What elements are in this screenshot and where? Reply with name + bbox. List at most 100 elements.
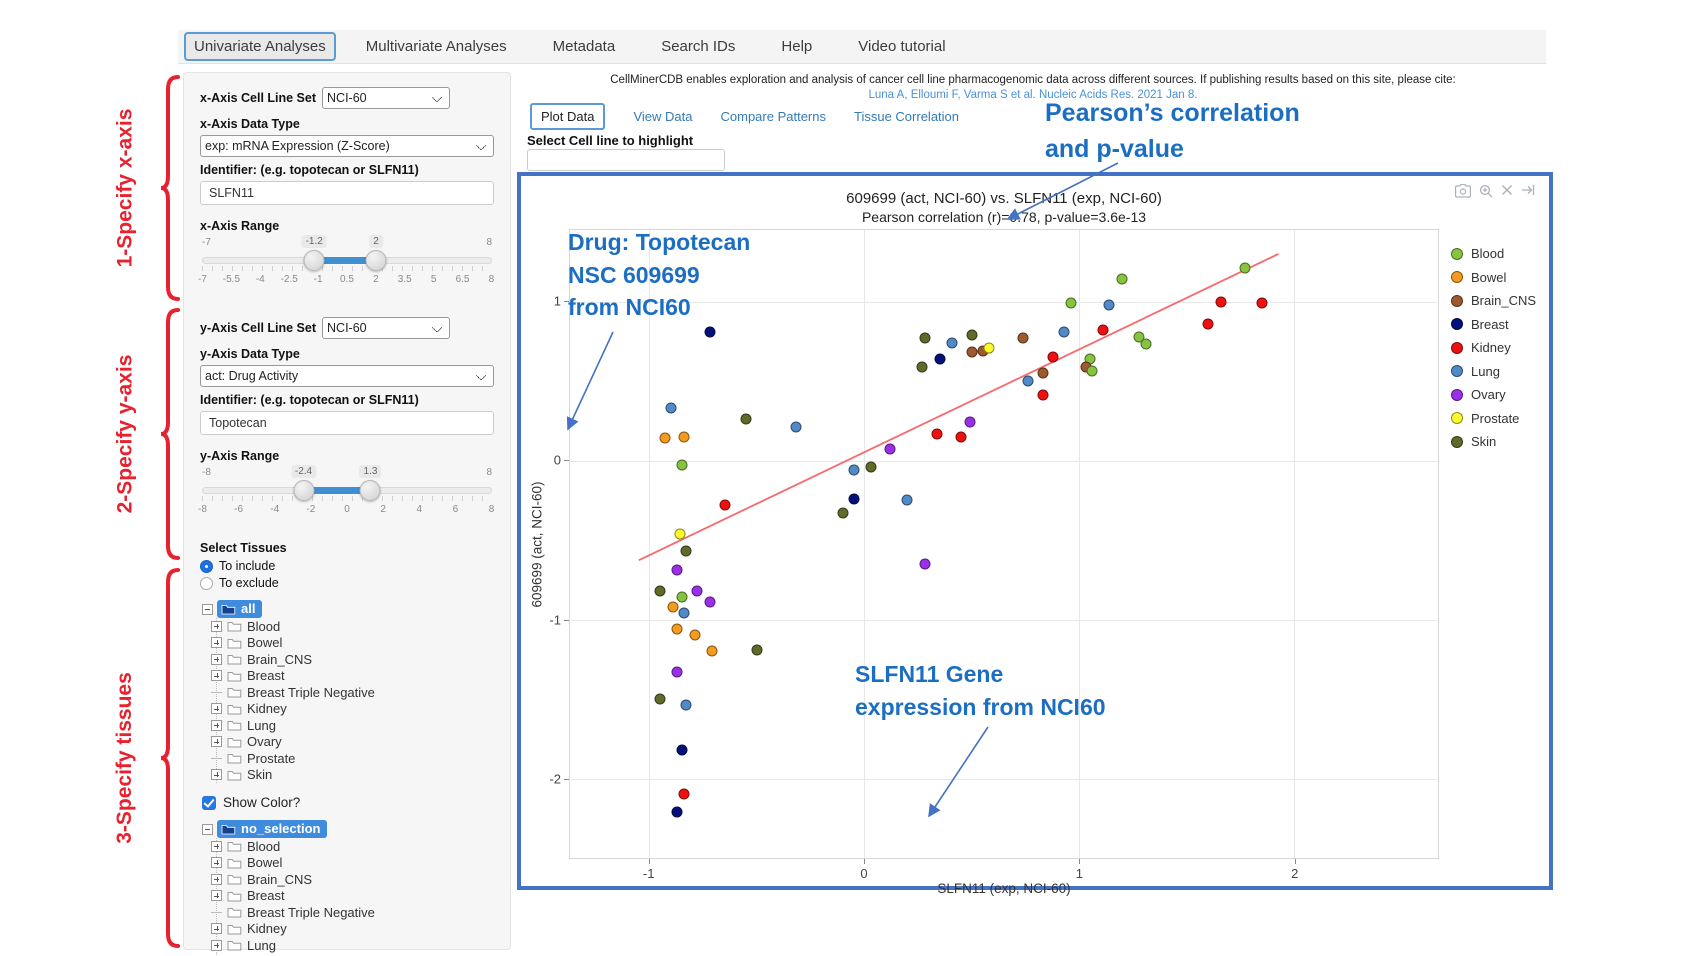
legend-item-lung[interactable]: Lung [1451, 364, 1536, 379]
data-point-ovary[interactable] [672, 666, 683, 677]
data-point-skin[interactable] [655, 694, 666, 705]
tree-expand-toggle[interactable] [211, 670, 222, 681]
tab-search-ids[interactable]: Search IDs [653, 34, 743, 59]
tree-expand-toggle[interactable] [211, 857, 222, 868]
y-data-type-select[interactable]: act: Drug Activity [200, 365, 494, 387]
data-point-lung[interactable] [902, 495, 913, 506]
data-point-bowel[interactable] [706, 646, 717, 657]
data-point-bowel[interactable] [689, 630, 700, 641]
data-point-kidney[interactable] [1216, 296, 1227, 307]
data-point-blood[interactable] [1117, 274, 1128, 285]
data-point-lung[interactable] [678, 608, 689, 619]
y-axis-range-slider[interactable]: -8 8 -2.4 1.3 -8-6-4-202468 [202, 467, 492, 525]
close-icon[interactable] [1501, 184, 1513, 196]
data-point-ovary[interactable] [885, 444, 896, 455]
data-point-blood[interactable] [1239, 263, 1250, 274]
tissue-include-item-breast-triple-negative[interactable]: Breast Triple Negative [217, 684, 494, 701]
radio-to-include-control[interactable] [200, 560, 213, 573]
tissue-include-item-bowel[interactable]: Bowel [217, 635, 494, 652]
x-slider-handle-from[interactable] [304, 250, 325, 271]
data-point-kidney[interactable] [719, 500, 730, 511]
data-point-kidney[interactable] [1097, 325, 1108, 336]
radio-to-exclude-control[interactable] [200, 577, 213, 590]
tab-multivariate-analyses[interactable]: Multivariate Analyses [358, 34, 515, 59]
tree-expand-toggle[interactable] [211, 769, 222, 780]
tab-compare-patterns[interactable]: Compare Patterns [721, 109, 827, 124]
data-point-kidney[interactable] [1256, 298, 1267, 309]
tissue-color-item-blood[interactable]: Blood [217, 838, 494, 855]
x-axis-range-slider[interactable]: -7 8 -1.2 2 -7-5.5-4-2.5-10.523.556.58 [202, 237, 492, 295]
y-cell-line-set-select[interactable]: NCI-60 [322, 317, 450, 339]
x-identifier-input[interactable] [200, 181, 494, 205]
data-point-ovary[interactable] [672, 565, 683, 576]
data-point-brain_cns[interactable] [966, 347, 977, 358]
y-identifier-input[interactable] [200, 411, 494, 435]
legend-item-skin[interactable]: Skin [1451, 434, 1536, 449]
radio-to-include[interactable]: To include [200, 559, 494, 573]
data-point-skin[interactable] [917, 361, 928, 372]
tree-expand-toggle[interactable] [211, 890, 222, 901]
tree-expand-toggle[interactable] [211, 841, 222, 852]
tissue-include-item-kidney[interactable]: Kidney [217, 701, 494, 718]
data-point-ovary[interactable] [964, 417, 975, 428]
show-color-checkbox[interactable] [202, 796, 216, 810]
x-data-type-select[interactable]: exp: mRNA Expression (Z-Score) [200, 135, 494, 157]
data-point-skin[interactable] [966, 329, 977, 340]
data-point-kidney[interactable] [932, 428, 943, 439]
data-point-lung[interactable] [1104, 299, 1115, 310]
tree-expand-toggle[interactable] [211, 621, 222, 632]
tissue-include-item-brain-cns[interactable]: Brain_CNS [217, 651, 494, 668]
highlight-cell-line-input[interactable] [527, 149, 725, 171]
tissue-color-item-lung[interactable]: Lung [217, 937, 494, 954]
tab-help[interactable]: Help [773, 34, 820, 59]
data-point-skin[interactable] [741, 414, 752, 425]
tissue-include-item-breast[interactable]: Breast [217, 668, 494, 685]
data-point-breast[interactable] [848, 493, 859, 504]
data-point-lung[interactable] [681, 700, 692, 711]
data-point-brain_cns[interactable] [1018, 333, 1029, 344]
data-point-ovary[interactable] [919, 558, 930, 569]
data-point-blood[interactable] [1087, 366, 1098, 377]
data-point-skin[interactable] [919, 333, 930, 344]
data-point-bowel[interactable] [678, 431, 689, 442]
data-point-kidney[interactable] [1048, 352, 1059, 363]
camera-icon[interactable] [1455, 184, 1471, 198]
data-point-kidney[interactable] [956, 431, 967, 442]
legend-item-ovary[interactable]: Ovary [1451, 387, 1536, 402]
data-point-prostate[interactable] [674, 528, 685, 539]
x-cell-line-set-select[interactable]: NCI-60 [322, 87, 450, 109]
data-point-brain_cns[interactable] [1037, 368, 1048, 379]
tab-video-tutorial[interactable]: Video tutorial [850, 34, 953, 59]
tissue-color-item-brain-cns[interactable]: Brain_CNS [217, 871, 494, 888]
tree-expand-toggle[interactable] [211, 736, 222, 747]
tree-collapse-toggle[interactable] [202, 824, 213, 835]
data-point-skin[interactable] [837, 507, 848, 518]
radio-to-exclude[interactable]: To exclude [200, 576, 494, 590]
data-point-bowel[interactable] [672, 624, 683, 635]
data-point-blood[interactable] [676, 592, 687, 603]
y-slider-handle-from[interactable] [293, 480, 314, 501]
citation-link[interactable]: Luna A, Elloumi F, Varma S et al. Nuclei… [520, 89, 1546, 101]
data-point-skin[interactable] [681, 546, 692, 557]
data-point-bowel[interactable] [659, 433, 670, 444]
data-point-kidney[interactable] [1037, 390, 1048, 401]
tree-expand-toggle[interactable] [211, 703, 222, 714]
tab-plot-data[interactable]: Plot Data [530, 103, 605, 130]
legend-item-brain_cns[interactable]: Brain_CNS [1451, 293, 1536, 308]
y-slider-handle-to[interactable] [360, 480, 381, 501]
tab-metadata[interactable]: Metadata [545, 34, 624, 59]
legend-item-breast[interactable]: Breast [1451, 317, 1536, 332]
tree-expand-toggle[interactable] [211, 720, 222, 731]
tree-expand-toggle[interactable] [211, 923, 222, 934]
pan-arrow-icon[interactable] [1521, 184, 1535, 196]
data-point-breast[interactable] [672, 806, 683, 817]
legend-item-kidney[interactable]: Kidney [1451, 340, 1536, 355]
tissue-color-item-bowel[interactable]: Bowel [217, 855, 494, 872]
tissue-include-item-lung[interactable]: Lung [217, 717, 494, 734]
tissue-include-root[interactable]: all [202, 600, 494, 618]
tree-expand-toggle[interactable] [211, 940, 222, 951]
data-point-skin[interactable] [655, 585, 666, 596]
data-point-lung[interactable] [1059, 326, 1070, 337]
tissue-color-item-breast-triple-negative[interactable]: Breast Triple Negative [217, 904, 494, 921]
tissue-include-item-prostate[interactable]: Prostate [217, 750, 494, 767]
